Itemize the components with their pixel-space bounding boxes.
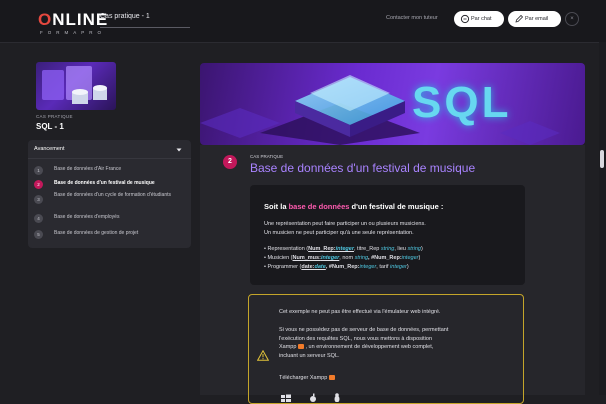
windows-icon[interactable] [281, 394, 291, 403]
chat-bubble-icon [460, 14, 470, 24]
download-line: Télécharger Xampp [279, 374, 514, 383]
warning-line-2d: incluant un serveur SQL. [279, 352, 340, 359]
step-number: 5 [34, 230, 43, 239]
step-item-1[interactable]: 1 Base de données d'Air France [34, 165, 189, 179]
warning-icon [257, 350, 269, 361]
case-tag: CAS PRATIQUE [250, 154, 284, 159]
email-button[interactable]: Par email [508, 11, 561, 27]
step-item-3[interactable]: 3 Base de données d'un cycle de formatio… [34, 192, 189, 208]
item-type: integer [390, 264, 407, 270]
course-thumbnail [36, 62, 116, 110]
card-paragraph-2: Un musicien ne peut participer qu'à une … [264, 229, 414, 236]
item-type: integer [401, 255, 419, 261]
step-number: 3 [34, 195, 43, 204]
course-title-underline [100, 27, 190, 28]
chat-button-label: Par chat [471, 16, 492, 22]
card-title-pre: Soit la [264, 202, 289, 211]
top-bar: ONLINE FORMAPRO Cas pratique - 1 Contact… [0, 0, 606, 43]
item-type: string [380, 246, 395, 252]
progress-panel-title: Avancement [34, 146, 65, 152]
item-type: integer [359, 264, 377, 270]
step-item-5[interactable]: 5 Base de données de gestion de projet [34, 229, 189, 243]
sidebar-case-label: CAS PRATIQUE [36, 114, 73, 119]
item-key: date:date [301, 264, 325, 270]
item-type: string [407, 246, 421, 252]
logo-o: O [38, 10, 53, 29]
item-prefix: • Programmer ( [264, 264, 302, 270]
warning-box: Cet exemple ne peut pas être effectué vi… [248, 294, 524, 404]
step-item-2[interactable]: 2 Base de données d'un festival de musiq… [34, 179, 189, 193]
card-paragraph-1: Une représentation peut faire participer… [264, 221, 426, 227]
email-button-label: Par email [525, 16, 549, 22]
page-title: Base de données d'un festival de musique [250, 161, 476, 175]
item-end: ) [406, 264, 409, 270]
schema-list: • Representation (Num_Rep:integer, titre… [264, 245, 524, 272]
exercise-card: Soit la base de données d'un festival de… [250, 185, 525, 285]
sidebar-case-title: SQL - 1 [36, 122, 64, 131]
card-title: Soit la base de données d'un festival de… [264, 202, 443, 211]
step-label: Base de données d'un cycle de formation … [54, 192, 171, 198]
step-number: 4 [34, 214, 43, 223]
key-type: date [314, 264, 326, 270]
warning-line-1: Cet exemple ne peut pas être effectué vi… [279, 309, 441, 315]
card-title-highlight: base de données [288, 202, 350, 211]
key-name: Num_Rep: [308, 246, 336, 252]
close-button[interactable]: × [565, 12, 579, 26]
list-item: • Musicien (Num_mus:integer, nom string,… [264, 254, 524, 263]
server-illustration-icon [200, 75, 560, 145]
warning-line-2c: Xampp , un environnement de développemen… [279, 343, 514, 352]
os-icons [281, 393, 340, 403]
warning-paragraph: Si vous ne possédez pas de serveur de ba… [279, 326, 514, 360]
list-item: • Representation (Num_Rep:integer, titre… [264, 245, 524, 254]
xampp-text: Xampp [279, 344, 298, 350]
item-text: , lieu [394, 246, 408, 252]
warning-line-2a: Si vous ne possédez pas de serveur de ba… [279, 327, 449, 333]
item-type: string [354, 255, 369, 261]
current-step-badge: 2 [223, 155, 237, 169]
chevron-down-icon[interactable] [176, 147, 182, 153]
key-name: date: [301, 264, 315, 270]
step-label: Base de données d'Air France [54, 166, 122, 172]
logo-subtitle: FORMAPRO [40, 30, 107, 35]
item-text: , tarif [376, 264, 391, 270]
divider [28, 158, 191, 159]
pencil-icon [515, 14, 524, 23]
list-item: • Programmer (date:date, #Num_Rep:intege… [264, 263, 524, 272]
item-key: Num_Rep:integer [308, 246, 354, 252]
card-description: Une représentation peut faire participer… [264, 220, 519, 237]
warning-line-2c-rest: , un environnement de développement web … [303, 344, 434, 350]
download-label: Télécharger Xampp [279, 375, 329, 381]
key-type: integer [335, 246, 354, 252]
key-name: Num_mus: [292, 255, 321, 261]
banner-sql-text: SQL [412, 78, 512, 127]
step-label: Base de données d'un festival de musique [54, 180, 155, 186]
step-label: Base de données d'employés [54, 214, 120, 220]
item-end: ) [418, 255, 421, 261]
item-key: Num_mus:integer [293, 255, 340, 261]
course-title: Cas pratique - 1 [100, 13, 150, 20]
item-end: ) [420, 246, 423, 252]
course-banner [200, 63, 585, 145]
item-text: , #Num_Rep: [368, 255, 402, 261]
database-illustration-icon [42, 66, 107, 104]
card-title-post: d'un festival de musique : [349, 202, 444, 211]
item-prefix: • Musicien ( [264, 255, 293, 261]
scrollbar-thumb[interactable] [600, 150, 604, 168]
progress-panel: Avancement 1 Base de données d'Air Franc… [28, 140, 191, 248]
scrollbar[interactable] [599, 42, 606, 395]
warning-line-2b: l'exécution des requêtes SQL, nous vous … [279, 335, 433, 342]
key-type: integer [320, 255, 340, 261]
item-text: , titre_Rep [353, 246, 381, 252]
xampp-download-icon[interactable] [328, 375, 335, 381]
step-label: Base de données de gestion de projet [54, 230, 139, 236]
item-text: , #Num_Rep: [325, 264, 360, 270]
item-prefix: • Representation ( [264, 246, 309, 252]
step-number: 1 [34, 166, 43, 175]
step-item-4[interactable]: 4 Base de données d'employés [34, 213, 189, 227]
contact-tutor-label: Contacter mon tuteur [386, 15, 438, 21]
chat-button[interactable]: Par chat [454, 11, 504, 27]
item-text: , nom [339, 255, 355, 261]
step-number: 2 [34, 180, 43, 189]
